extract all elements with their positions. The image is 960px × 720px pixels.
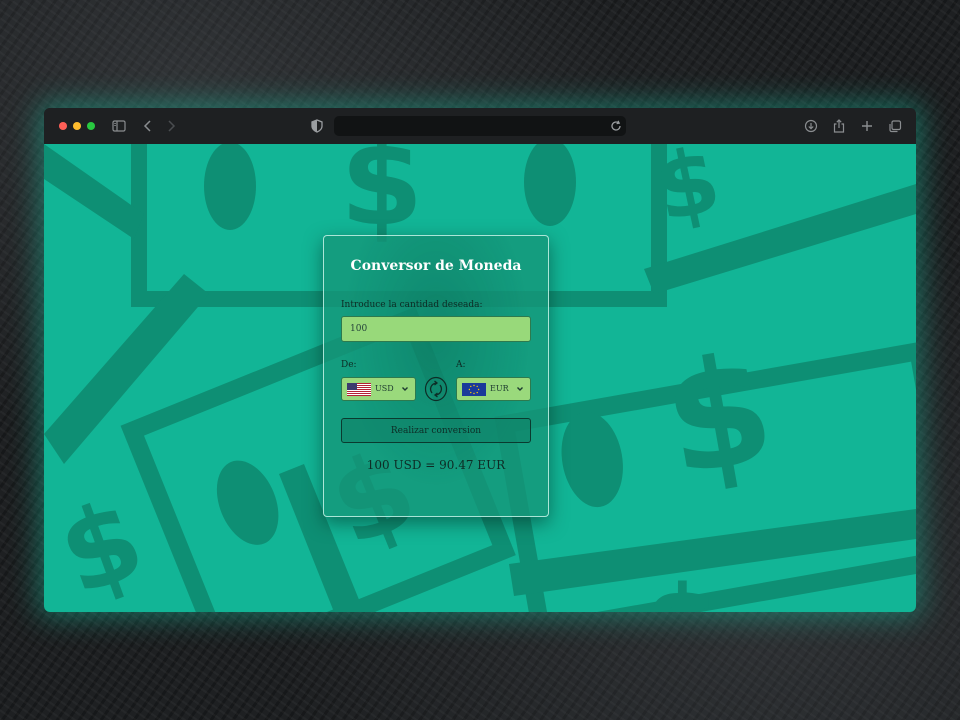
zoom-window-button[interactable]: [87, 122, 95, 130]
chevron-right-icon[interactable]: [163, 118, 179, 134]
svg-text:$: $: [652, 321, 785, 510]
amount-input[interactable]: [341, 316, 531, 342]
chevron-left-icon[interactable]: [140, 118, 156, 134]
close-window-button[interactable]: [59, 122, 67, 130]
browser-toolbar: [44, 108, 916, 145]
converter-card: Conversor de Moneda Introduce la cantida…: [323, 235, 549, 517]
plus-icon[interactable]: [859, 118, 875, 134]
chevron-down-icon: [402, 387, 408, 391]
reload-icon[interactable]: [608, 118, 624, 134]
convert-button[interactable]: Realizar conversion: [341, 418, 531, 443]
us-flag-icon: [347, 383, 371, 396]
conversion-result: 100 USD = 90.47 EUR: [366, 458, 506, 472]
from-currency-select[interactable]: USD: [341, 377, 416, 401]
card-title: Conversor de Moneda: [350, 258, 522, 274]
to-currency-code: EUR: [490, 384, 509, 393]
address-bar[interactable]: [334, 116, 626, 136]
chevron-down-icon: [517, 387, 523, 391]
web-page: $ $ $ $ $: [44, 144, 916, 612]
to-currency-select[interactable]: EUR: [456, 377, 531, 401]
svg-text:$: $: [644, 562, 721, 612]
shield-icon[interactable]: [309, 118, 325, 134]
eu-flag-icon: [462, 383, 486, 396]
download-icon[interactable]: [803, 118, 819, 134]
share-icon[interactable]: [831, 118, 847, 134]
from-label: De:: [341, 360, 357, 370]
amount-label: Introduce la cantidad deseada:: [341, 300, 483, 310]
svg-text:$: $: [44, 474, 159, 612]
to-label: A:: [456, 360, 466, 370]
tabs-overview-icon[interactable]: [887, 118, 903, 134]
from-currency-code: USD: [375, 384, 394, 393]
swap-icon[interactable]: [424, 376, 448, 402]
sidebar-icon[interactable]: [111, 118, 127, 134]
minimize-window-button[interactable]: [73, 122, 81, 130]
browser-window: $ $ $ $ $: [44, 108, 916, 612]
